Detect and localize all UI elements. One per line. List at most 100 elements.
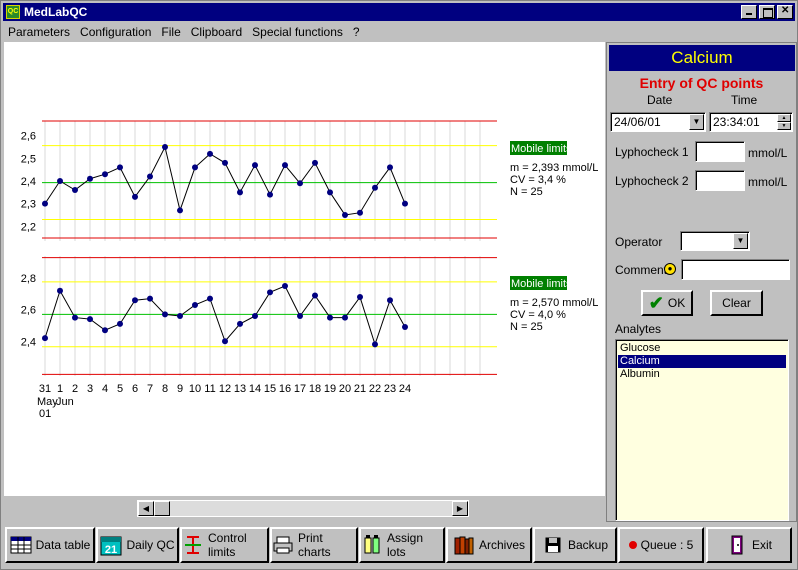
data-point (132, 297, 138, 304)
menu-configuration[interactable]: Configuration (75, 25, 156, 39)
data-point (357, 294, 363, 301)
data-point (282, 162, 288, 169)
x-tick-label: 11 (204, 383, 215, 395)
time-label: Time (731, 93, 758, 107)
data-table-label: Data table (35, 538, 91, 552)
printer-icon (272, 534, 294, 556)
archives-button[interactable]: Archives (446, 527, 532, 563)
lyphocheck-2-input[interactable] (695, 170, 745, 191)
analyte-title: Calcium (609, 45, 795, 71)
date-select[interactable]: 24/06/01 ▼ (610, 112, 706, 132)
y-tick-label: 2,6 (21, 305, 36, 317)
queue-button[interactable]: Queue : 5 (618, 527, 704, 563)
time-value: 23:34:01 (713, 115, 760, 129)
exit-button[interactable]: Exit (706, 527, 792, 563)
time-spinner[interactable]: 23:34:01 ▲ ▼ (709, 112, 793, 132)
data-point (267, 191, 273, 198)
clear-button[interactable]: Clear (710, 290, 763, 316)
minimize-button[interactable] (741, 5, 757, 19)
data-point (267, 289, 273, 296)
data-point (252, 162, 258, 169)
list-item-selected[interactable]: Calcium (618, 355, 786, 368)
clear-label: Clear (722, 296, 751, 310)
x-tick-label: 14 (249, 383, 261, 395)
lyphocheck-2-label: Lyphocheck 2 (615, 174, 689, 188)
data-table-button[interactable]: Data table (5, 527, 95, 563)
x-tick-label: 13 (234, 383, 246, 395)
data-point (87, 316, 93, 323)
comment-icon[interactable]: ● (664, 263, 676, 275)
data-point (162, 144, 168, 151)
menu-clipboard[interactable]: Clipboard (186, 25, 247, 39)
legend-title: Mobile limits (511, 278, 572, 290)
print-charts-label: Print charts (298, 531, 331, 559)
date-label: Date (647, 93, 673, 107)
comment-input[interactable] (681, 259, 790, 280)
data-point (342, 211, 348, 218)
lyphocheck-1-input[interactable] (695, 141, 745, 162)
data-point (147, 173, 153, 180)
spin-up-icon[interactable]: ▲ (777, 114, 791, 122)
books-icon (453, 534, 475, 556)
operator-select[interactable]: ▼ (680, 231, 750, 251)
data-point (117, 164, 123, 171)
scroll-right-icon[interactable]: ▶ (452, 501, 468, 516)
x-tick-label: 3 (87, 383, 93, 395)
stats-line: m = 2,570 mmol/L (510, 297, 598, 309)
data-point (372, 184, 378, 191)
list-item[interactable]: Glucose (618, 342, 786, 355)
y-tick-label: 2,8 (21, 273, 36, 285)
table-icon (10, 534, 32, 556)
scroll-left-icon[interactable]: ◀ (138, 501, 154, 516)
list-item[interactable]: Albumin (618, 368, 786, 381)
spin-down-icon[interactable]: ▼ (777, 122, 791, 130)
maximize-button[interactable] (759, 5, 775, 19)
x-tick-label: 18 (309, 383, 321, 395)
data-point (192, 164, 198, 171)
menu-file[interactable]: File (156, 25, 185, 39)
menu-bar: Parameters Configuration File Clipboard … (3, 22, 795, 41)
data-point (132, 193, 138, 200)
data-point (297, 313, 303, 319)
scroll-thumb[interactable] (154, 501, 170, 516)
bottom-toolbar: Data table 21 Daily QC Control limits Pr… (3, 524, 797, 569)
chart-area: 2,2 2,3 2,4 2,5 2,6 Mobile limits m = 2,393 mm… (4, 42, 605, 496)
print-charts-button[interactable]: Print charts (270, 527, 358, 563)
x-tick-label: 22 (369, 383, 381, 395)
limits-icon (182, 534, 204, 556)
data-point (102, 327, 108, 334)
title-bar[interactable]: QC MedLabQC (3, 3, 795, 21)
data-point (282, 283, 288, 289)
daily-qc-button[interactable]: 21 Daily QC (96, 527, 179, 563)
floppy-disk-icon (542, 534, 564, 556)
lyphocheck-1-label: Lyphocheck 1 (615, 145, 689, 159)
analytes-label: Analytes (615, 322, 662, 336)
data-point (327, 314, 333, 321)
data-point (342, 314, 348, 321)
red-dot-icon (628, 541, 637, 549)
y-tick-label: 2,3 (21, 199, 36, 211)
data-point (237, 189, 243, 196)
x-tick-label: 2 (72, 383, 78, 395)
calendar-icon: 21 (100, 534, 122, 556)
chevron-down-icon[interactable]: ▼ (733, 233, 748, 249)
chevron-down-icon[interactable]: ▼ (689, 114, 704, 130)
data-point (312, 159, 318, 166)
analytes-list[interactable]: Glucose Calcium Albumin (615, 339, 789, 521)
backup-button[interactable]: Backup (533, 527, 617, 563)
menu-help[interactable]: ? (348, 25, 365, 39)
menu-parameters[interactable]: Parameters (3, 25, 75, 39)
backup-label: Backup (567, 538, 609, 552)
y-tick-label: 2,4 (21, 336, 36, 348)
assign-lots-button[interactable]: Assign lots (359, 527, 445, 563)
close-button[interactable] (777, 5, 793, 19)
data-point (222, 338, 228, 345)
control-limits-button[interactable]: Control limits (180, 527, 269, 563)
stats-line: N = 25 (510, 321, 543, 333)
menu-special-functions[interactable]: Special functions (247, 25, 348, 39)
data-point (312, 292, 318, 299)
data-point (57, 178, 63, 184)
horizontal-scrollbar[interactable]: ◀ ▶ (137, 500, 469, 517)
exit-label: Exit (751, 538, 772, 552)
ok-button[interactable]: ✔ OK (641, 290, 693, 316)
